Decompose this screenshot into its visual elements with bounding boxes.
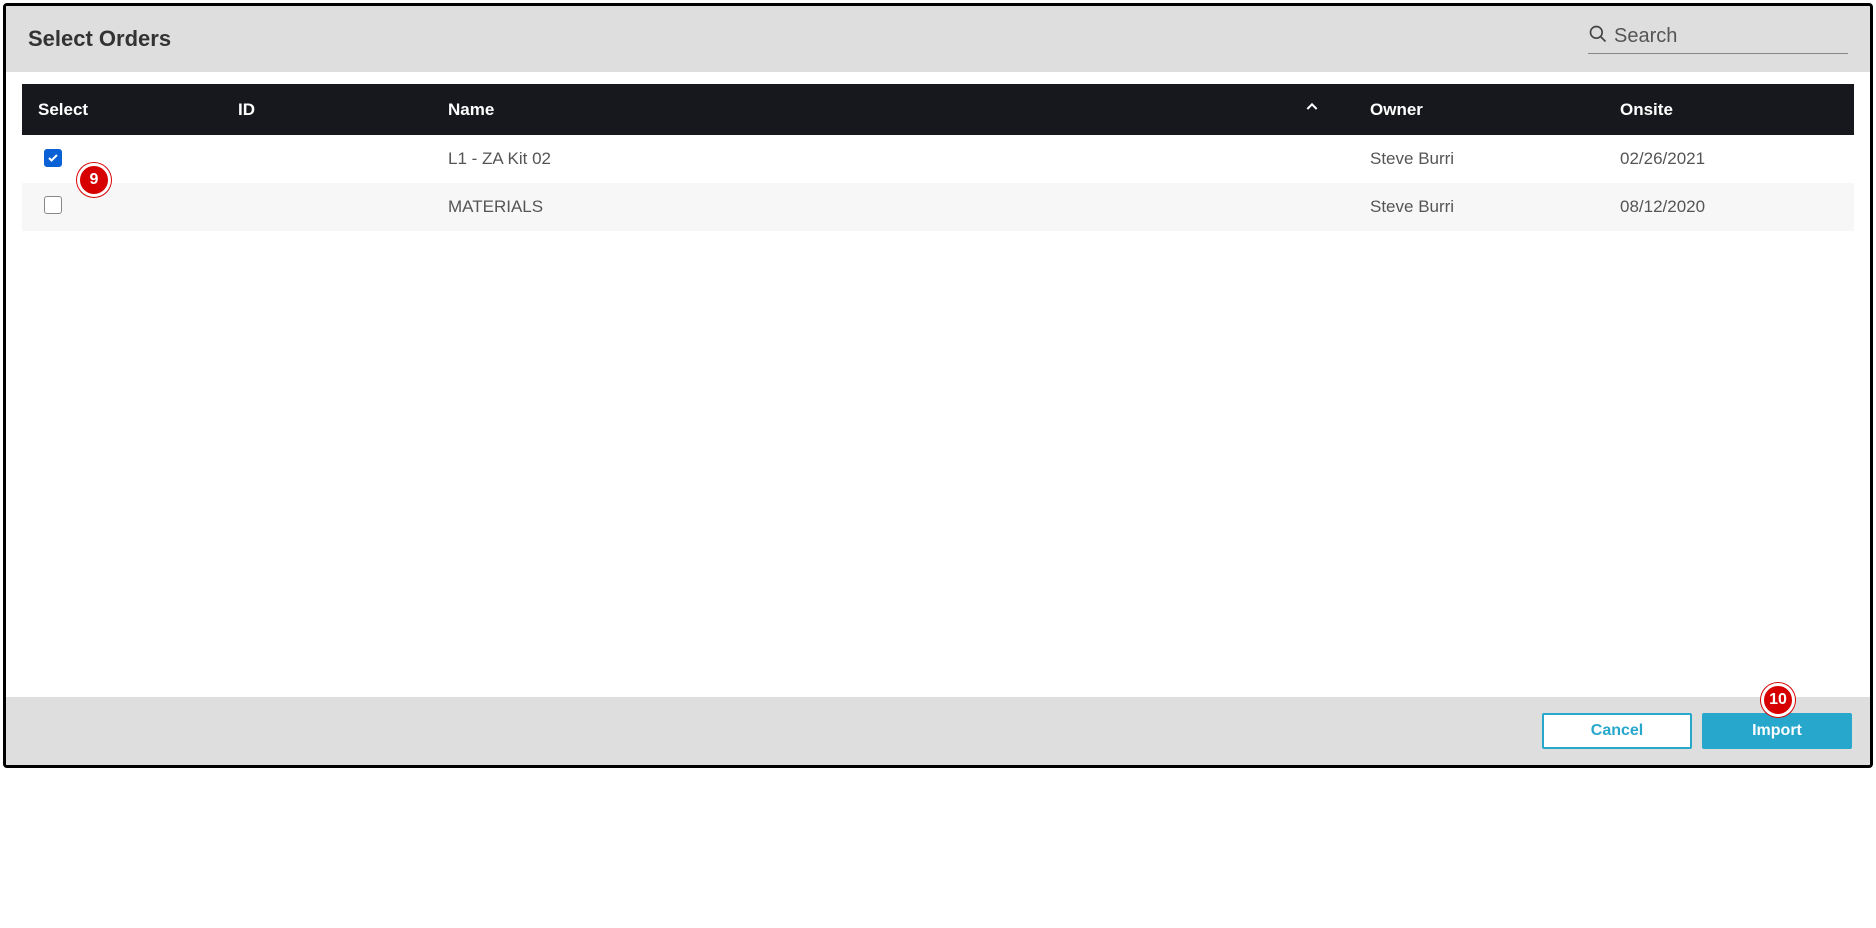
- row-checkbox[interactable]: [44, 196, 62, 214]
- row-onsite: 02/26/2021: [1604, 135, 1854, 183]
- dialog-body: Select ID Name Owner Onsi: [6, 72, 1870, 697]
- annotation-marker-10: 10: [1761, 683, 1795, 717]
- search-icon: [1588, 24, 1608, 49]
- column-header-name[interactable]: Name: [432, 84, 1354, 135]
- row-id: [222, 183, 432, 231]
- column-header-select[interactable]: Select: [22, 84, 222, 135]
- row-name: L1 - ZA Kit 02: [432, 135, 1354, 183]
- column-header-onsite[interactable]: Onsite: [1604, 84, 1854, 135]
- column-header-owner[interactable]: Owner: [1354, 84, 1604, 135]
- column-header-name-label: Name: [448, 100, 494, 120]
- search-field-wrapper[interactable]: [1588, 24, 1848, 54]
- orders-table: Select ID Name Owner Onsi: [22, 84, 1854, 231]
- table-body: L1 - ZA Kit 02 Steve Burri 02/26/2021 MA…: [22, 135, 1854, 231]
- row-onsite: 08/12/2020: [1604, 183, 1854, 231]
- dialog-header: Select Orders: [6, 6, 1870, 72]
- table-row[interactable]: L1 - ZA Kit 02 Steve Burri 02/26/2021: [22, 135, 1854, 183]
- row-owner: Steve Burri: [1354, 135, 1604, 183]
- search-input[interactable]: [1614, 25, 1848, 48]
- column-header-id[interactable]: ID: [222, 84, 432, 135]
- row-checkbox[interactable]: [44, 149, 62, 167]
- table-header-row: Select ID Name Owner Onsi: [22, 84, 1854, 135]
- dialog-footer: Cancel Import: [6, 697, 1870, 765]
- sort-asc-icon: [1304, 99, 1320, 120]
- row-select-cell: [22, 135, 222, 183]
- table-row[interactable]: MATERIALS Steve Burri 08/12/2020: [22, 183, 1854, 231]
- select-orders-dialog: Select Orders Select ID Name: [3, 3, 1873, 768]
- row-name: MATERIALS: [432, 183, 1354, 231]
- annotation-marker-9: 9: [77, 163, 111, 197]
- cancel-button[interactable]: Cancel: [1542, 713, 1692, 749]
- import-button[interactable]: Import: [1702, 713, 1852, 749]
- dialog-title: Select Orders: [28, 26, 171, 52]
- row-owner: Steve Burri: [1354, 183, 1604, 231]
- row-select-cell: [22, 183, 222, 231]
- row-id: [222, 135, 432, 183]
